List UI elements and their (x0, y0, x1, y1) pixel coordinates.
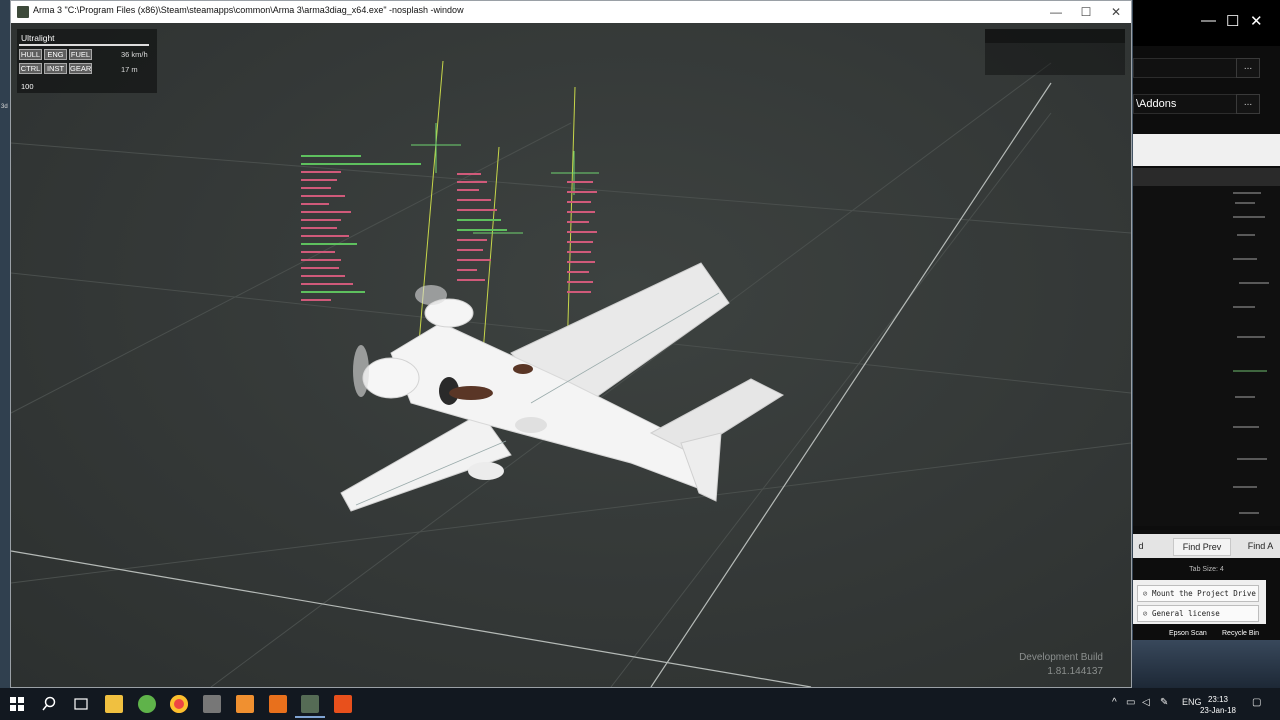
background-minimize-button[interactable]: — (1201, 12, 1216, 29)
hud-altitude: 17 m (121, 65, 138, 74)
code-line (1239, 282, 1269, 284)
tray-language[interactable]: ENG (1182, 697, 1202, 707)
browse-button-1[interactable]: ... (1236, 58, 1260, 78)
dev-build-version: 1.81.144137 (1047, 666, 1103, 677)
chrome-icon[interactable] (170, 695, 188, 713)
hud-speed: 36 km/h (121, 50, 148, 59)
arma-maximize-button[interactable]: ☐ (1071, 3, 1101, 21)
app-orange-2-icon[interactable] (334, 695, 352, 713)
task-view-icon[interactable] (72, 695, 90, 713)
tray-pen-icon[interactable]: ✎ (1160, 697, 1168, 708)
tool-icon: ⊘ (1142, 589, 1148, 598)
debug-text-overlay (301, 155, 597, 301)
tool-label: General license (1152, 609, 1220, 618)
code-line (1233, 426, 1259, 428)
arma-app-icon (17, 6, 29, 18)
hud-fuel-indicator: FUEL (69, 49, 92, 60)
hud-top-right-panel (985, 29, 1125, 75)
background-close-button[interactable]: ✕ (1250, 12, 1263, 30)
sublime-text-icon[interactable] (269, 695, 287, 713)
clock-date: 23-Jan-18 (1199, 706, 1236, 715)
find-button-partial[interactable]: d (1133, 538, 1149, 554)
desktop-icon-epson-scan[interactable]: Epson Scan (1169, 630, 1207, 637)
code-editor-area[interactable] (1133, 186, 1280, 526)
code-line (1235, 396, 1255, 398)
code-line (1233, 258, 1257, 260)
code-line (1235, 202, 1255, 204)
browse-button-2[interactable]: ... (1236, 94, 1260, 114)
clock-time: 23:13 (1207, 695, 1228, 704)
arma3-taskbar-icon[interactable] (295, 695, 325, 718)
hud-engine-indicator: ENG (44, 49, 67, 60)
arma-minimize-button[interactable]: — (1041, 3, 1071, 21)
hud-throttle: 100 (21, 82, 34, 91)
code-line (1233, 192, 1261, 194)
airplane-model (340, 262, 785, 512)
tray-volume-icon[interactable]: ◁ (1142, 697, 1150, 708)
general-license-button[interactable]: ⊘ General license (1137, 605, 1259, 622)
tool-label: Mount the Project Drive (1152, 589, 1256, 598)
hud-top-right-bar (985, 29, 1125, 43)
file-explorer-icon[interactable] (105, 695, 123, 713)
find-bar: d Find Prev Find A (1133, 534, 1280, 558)
tab-size-status: Tab Size: 4 (1189, 566, 1224, 573)
arma-close-button[interactable]: ✕ (1101, 3, 1131, 21)
code-line (1237, 336, 1265, 338)
tray-chevron-icon[interactable]: ^ (1112, 697, 1117, 708)
code-line (1239, 512, 1259, 514)
arma-window[interactable]: Arma 3 "C:\Program Files (x86)\Steam\ste… (10, 0, 1132, 688)
taskbar-clock[interactable]: 23:13 23-Jan-18 (1200, 694, 1236, 716)
vehicle-hud: Ultralight HULL ENG FUEL CTRL INST GEAR … (17, 29, 157, 93)
code-line (1237, 458, 1267, 460)
hud-control-indicator: CTRL (19, 63, 42, 74)
background-dialog-titlebar (1133, 134, 1280, 166)
background-toolbar (1133, 168, 1280, 186)
game-scene (11, 60, 1131, 687)
code-line (1233, 486, 1257, 488)
code-line (1237, 234, 1255, 236)
notification-icon[interactable]: ▢ (1252, 697, 1261, 708)
desktop-icon-recycle-bin[interactable]: Recycle Bin (1222, 630, 1259, 637)
tool-icon: ⊘ (1142, 609, 1148, 618)
code-line (1233, 370, 1267, 372)
arma-titlebar[interactable]: Arma 3 "C:\Program Files (x86)\Steam\ste… (11, 1, 1131, 23)
mount-project-drive-button[interactable]: ⊘ Mount the Project Drive (1137, 585, 1259, 602)
steam-library-icon[interactable] (203, 695, 221, 713)
path-field-1[interactable] (1133, 58, 1237, 78)
vehicle-name: Ultralight (21, 33, 55, 43)
background-maximize-button[interactable]: ☐ (1226, 12, 1239, 30)
tools-panel: ⊘ Mount the Project Drive ⊘ General licens… (1133, 580, 1266, 624)
dev-build-label: Development Build (1019, 652, 1103, 663)
code-line (1233, 306, 1255, 308)
code-line (1233, 216, 1265, 218)
find-prev-button[interactable]: Find Prev (1173, 538, 1231, 556)
hud-divider (19, 44, 149, 46)
app-green-icon[interactable] (138, 695, 156, 713)
game-viewport[interactable]: Ultralight HULL ENG FUEL CTRL INST GEAR … (11, 23, 1131, 687)
taskbar: ^ ▭ ◁ ✎ ENG 23:13 23-Jan-18 ▢ (0, 688, 1280, 720)
background-window-left-edge: 3d (0, 0, 10, 688)
arma-window-title: Arma 3 "C:\Program Files (x86)\Steam\ste… (33, 5, 464, 15)
app-orange-icon[interactable] (236, 695, 254, 713)
dev-build-watermark: Development Build 1.81.144137 (1019, 651, 1103, 679)
search-icon[interactable] (40, 695, 58, 713)
hud-hull-indicator: HULL (19, 49, 42, 60)
hud-gear-indicator: GEAR (69, 63, 92, 74)
windows-start-icon[interactable] (8, 695, 26, 713)
hud-instruments-indicator: INST (44, 63, 67, 74)
tray-network-icon[interactable]: ▭ (1126, 697, 1135, 708)
find-all-button[interactable]: Find A (1241, 538, 1280, 554)
path-field-2[interactable]: \Addons (1133, 94, 1237, 114)
glyph: 3d (1, 104, 8, 110)
